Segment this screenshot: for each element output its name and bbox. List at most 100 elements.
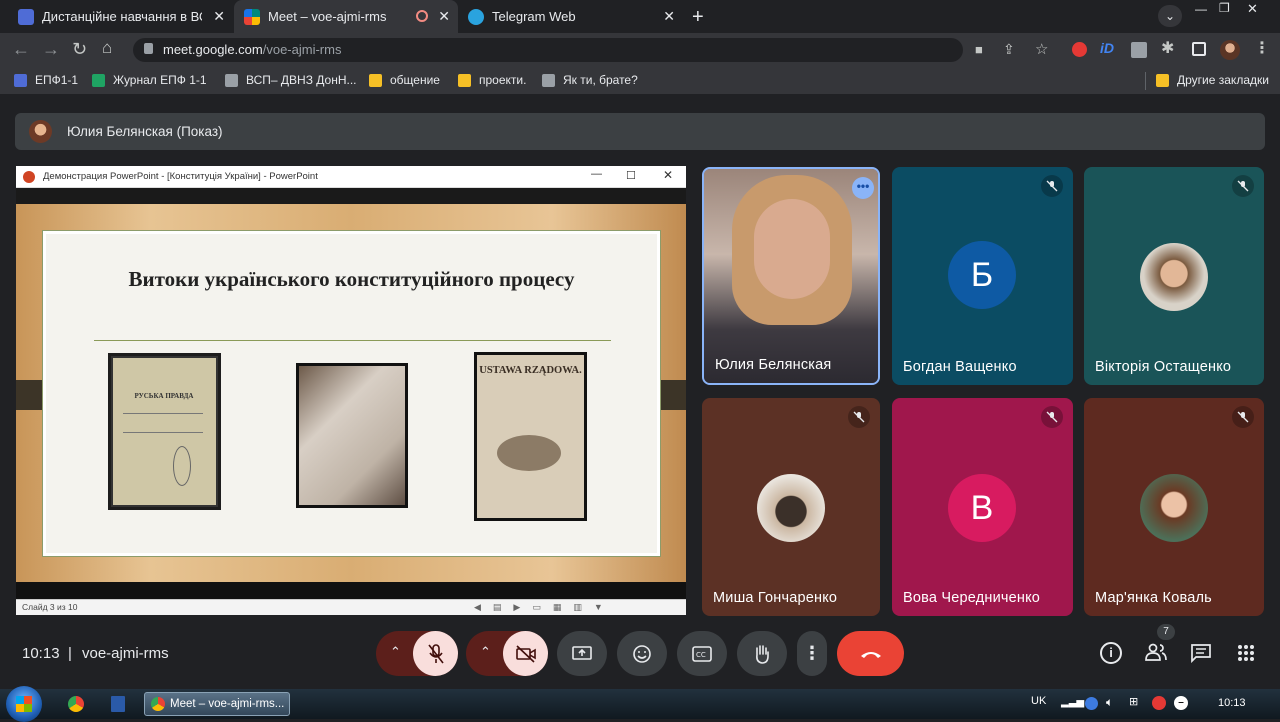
tab-title: Дистанційне навчання в ВСП <box>42 9 202 24</box>
participant-name: Богдан Ващенко <box>903 359 1017 375</box>
tray-blue-icon[interactable] <box>1085 697 1098 710</box>
participant-tile-marianka[interactable]: Мар'янка Коваль <box>1084 398 1264 616</box>
bookmarks-divider <box>1145 72 1146 90</box>
leave-call-button[interactable] <box>837 631 904 676</box>
taskbar-active-window[interactable]: Meet – voe-ajmi-rms... <box>144 692 290 716</box>
tab-title: Meet – voe-ajmi-rms <box>268 9 387 24</box>
address-bar[interactable]: meet.google.com/voe-ajmi-rms ■ ⇪ ☆ <box>133 38 1048 62</box>
more-vert-icon: ⋮ <box>803 643 821 663</box>
mic-toggle-button[interactable] <box>413 631 458 676</box>
tab-distance-learning[interactable]: Дистанційне навчання в ВСП ✕ <box>8 0 233 33</box>
more-options-icon[interactable]: ••• <box>852 177 874 199</box>
document-ustawa-rzadowa: USTAWA RZĄDOWA. <box>474 352 587 521</box>
captions-button[interactable]: CC <box>677 631 727 676</box>
camera-blocked-icon[interactable]: ■ <box>975 42 983 57</box>
close-tab-icon[interactable]: ✕ <box>438 8 450 25</box>
telegram-favicon-icon <box>468 8 484 25</box>
ppt-status-bar: Слайд 3 из 10 ◀▤▶▭▦▥▼ <box>16 599 686 615</box>
tab-meet[interactable]: Meet – voe-ajmi-rms ✕ <box>234 0 458 33</box>
slide-counter: Слайд 3 из 10 <box>22 602 78 612</box>
side-panel-icon[interactable] <box>1192 42 1206 56</box>
ppt-view-controls-icon[interactable]: ◀▤▶▭▦▥▼ <box>474 602 615 613</box>
save-app-taskbar-icon[interactable] <box>111 696 125 712</box>
tab-title: Telegram Web <box>492 9 576 24</box>
bookmark-yak-ty-brate[interactable]: Як ти, брате? <box>542 73 638 87</box>
camera-options-chevron-icon[interactable]: ⌃ <box>480 644 491 660</box>
bookmark-vsp[interactable]: ВСП– ДВНЗ ДонН... <box>225 73 357 87</box>
volume-icon[interactable]: 🔈︎ <box>1106 695 1113 710</box>
bookmark-folder-proekty[interactable]: проекти. <box>458 73 526 87</box>
sheets-icon <box>92 73 105 87</box>
mic-options-chevron-icon[interactable]: ⌃ <box>390 644 401 660</box>
avatar: Б <box>948 241 1016 309</box>
people-button[interactable] <box>1145 642 1167 667</box>
tray-red-icon[interactable] <box>1152 696 1166 710</box>
signal-icon[interactable]: ▂▃▅ <box>1061 697 1084 708</box>
tab-telegram[interactable]: Telegram Web ✕ <box>458 0 683 33</box>
slide-heading: Витоки українського конституційного проц… <box>128 267 575 291</box>
window-maximize-icon[interactable]: ☐ <box>626 169 636 182</box>
people-count-badge: 7 <box>1157 624 1175 640</box>
taskbar: Meet – voe-ajmi-rms... UK ▂▃▅ 🔈︎ ⊞ – 10:… <box>0 686 1280 722</box>
participant-tile-bohdan[interactable]: Б Богдан Ващенко <box>892 167 1073 385</box>
more-options-button[interactable]: ⋮ <box>797 631 827 676</box>
mic-off-icon <box>1232 406 1254 428</box>
raise-hand-button[interactable] <box>737 631 787 676</box>
meeting-info-icon[interactable]: i <box>1100 642 1122 664</box>
restore-icon[interactable]: ❐ <box>1219 1 1230 15</box>
participant-tile-vova[interactable]: В Вова Чередниченко <box>892 398 1073 616</box>
chrome-taskbar-icon[interactable] <box>68 696 84 712</box>
bookmark-label: ЕПФ1-1 <box>35 73 79 87</box>
bookmark-folder-obshchenie[interactable]: общение <box>369 73 440 87</box>
extension-red-icon[interactable] <box>1072 42 1087 57</box>
activities-button[interactable] <box>1237 644 1255 667</box>
extension-image-icon[interactable] <box>1131 42 1147 58</box>
bookmark-other[interactable]: Другие закладки <box>1156 73 1269 87</box>
profile-avatar[interactable] <box>1220 40 1240 60</box>
window-close-icon[interactable]: ✕ <box>663 168 673 182</box>
chat-button[interactable] <box>1190 643 1212 668</box>
tab-strip: Дистанційне навчання в ВСП ✕ Meet – voe-… <box>0 0 1280 33</box>
system-clock[interactable]: 10:13 <box>1218 697 1246 709</box>
tray-minus-icon[interactable]: – <box>1174 696 1188 710</box>
share-icon[interactable]: ⇪ <box>1003 41 1015 58</box>
bookmark-star-icon[interactable]: ☆ <box>1035 40 1048 58</box>
reload-icon[interactable]: ↻ <box>72 40 87 58</box>
close-window-icon[interactable]: ✕ <box>1247 1 1258 17</box>
present-button[interactable] <box>557 631 607 676</box>
participant-tile-yulia[interactable]: ••• Юлия Белянская <box>702 167 880 385</box>
emoji-button[interactable] <box>617 631 667 676</box>
bookmark-journal[interactable]: Журнал ЕПФ 1-1 <box>92 73 207 87</box>
participant-tile-viktoriia[interactable]: Вікторія Остащенко <box>1084 167 1264 385</box>
language-indicator[interactable]: UK <box>1031 695 1046 707</box>
forward-icon[interactable]: → <box>42 40 60 58</box>
menu-kebab-icon[interactable]: ⋮ <box>1254 41 1270 57</box>
people-icon <box>1145 643 1167 661</box>
new-tab-button[interactable]: + <box>692 6 704 29</box>
lock-icon <box>144 43 153 54</box>
minimize-icon[interactable]: — <box>1195 2 1207 16</box>
back-icon[interactable]: ← <box>12 40 30 58</box>
bookmark-epf[interactable]: ЕПФ1-1 <box>14 73 78 87</box>
classroom-favicon-icon <box>18 8 34 25</box>
present-screen-icon <box>572 645 592 660</box>
camera-control-group: ⌃ <box>466 631 548 676</box>
avatar: В <box>948 474 1016 542</box>
close-tab-icon[interactable]: ✕ <box>213 8 225 25</box>
close-tab-icon[interactable]: ✕ <box>663 8 675 25</box>
extensions-puzzle-icon[interactable]: ✱ <box>1161 41 1174 57</box>
home-icon[interactable]: ⌂ <box>102 39 112 56</box>
extension-id-icon[interactable]: iD <box>1100 40 1114 56</box>
document-russka-pravda: РУСЬКА ПРАВДА <box>108 353 221 510</box>
start-button[interactable] <box>6 686 42 722</box>
network-icon[interactable]: ⊞ <box>1129 695 1138 708</box>
apps-grid-icon <box>1238 645 1254 661</box>
document-scribble <box>173 446 191 486</box>
avatar <box>1140 474 1208 542</box>
participant-tile-misha[interactable]: Миша Гончаренко <box>702 398 880 616</box>
raise-hand-icon <box>756 644 769 664</box>
window-minimize-icon[interactable]: — <box>591 168 602 180</box>
tab-search-chevron-icon[interactable]: ⌄ <box>1158 5 1182 27</box>
slide-bottom-band <box>16 582 686 599</box>
camera-toggle-button[interactable] <box>503 631 548 676</box>
